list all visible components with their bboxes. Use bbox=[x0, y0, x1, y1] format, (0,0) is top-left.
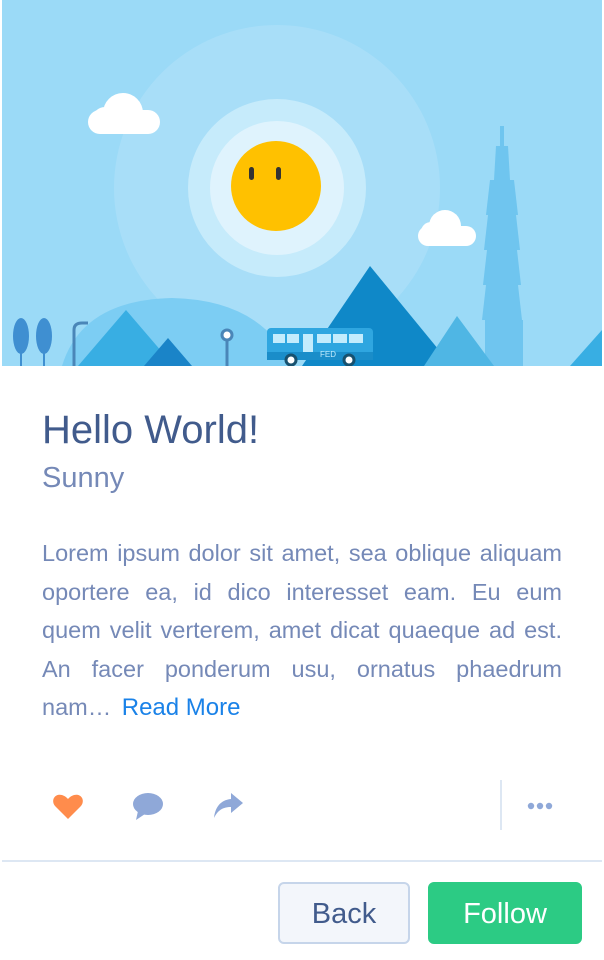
card-subtitle: Sunny bbox=[42, 462, 125, 494]
sun-icon bbox=[231, 141, 321, 231]
comment-icon[interactable] bbox=[130, 788, 166, 824]
more-icon[interactable] bbox=[522, 788, 558, 824]
hero-illustration: FED bbox=[2, 0, 602, 366]
action-divider bbox=[500, 780, 502, 830]
footer-divider bbox=[2, 860, 602, 862]
read-more-link[interactable]: Read More bbox=[122, 694, 241, 721]
weather-card: FED Hello World! Sunny Lorem ipsum dolor… bbox=[2, 0, 602, 960]
heart-icon[interactable] bbox=[50, 788, 86, 824]
card-title: Hello World! bbox=[42, 408, 260, 452]
bus-label: FED bbox=[320, 350, 336, 359]
share-icon[interactable] bbox=[210, 788, 246, 824]
back-button[interactable]: Back bbox=[278, 882, 410, 944]
action-bar bbox=[2, 780, 602, 832]
bus-icon: FED bbox=[267, 328, 373, 366]
card-body: Lorem ipsum dolor sit amet, sea oblique … bbox=[42, 534, 562, 728]
body-text: Lorem ipsum dolor sit amet, sea oblique … bbox=[42, 540, 562, 720]
follow-button[interactable]: Follow bbox=[428, 882, 582, 944]
